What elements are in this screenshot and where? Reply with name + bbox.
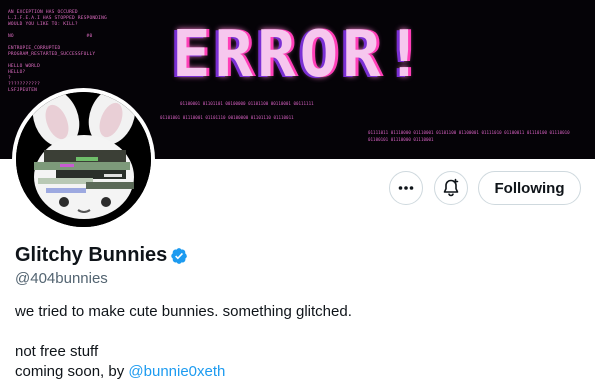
profile-handle: @404bunnies	[15, 270, 108, 287]
terminal-line: NO #0	[8, 34, 93, 39]
verified-badge-icon	[170, 247, 188, 265]
bio-text: coming soon, by	[15, 363, 129, 380]
banner-binary-text: 01111011 01110000 01110001 01101100 0110…	[368, 130, 570, 135]
bio-line: coming soon, by @bunnie0xeth	[15, 363, 225, 380]
banner-binary-text: 01100001 01101101 00100000 01101100 0011…	[180, 101, 314, 106]
banner-binary-text: 01100101 01110000 01110001	[368, 137, 434, 142]
avatar-image	[16, 92, 151, 227]
banner-error-headline: ERROR!	[172, 18, 428, 92]
profile-name-row: Glitchy Bunnies	[15, 244, 188, 267]
more-button[interactable]	[389, 171, 423, 205]
notifications-button[interactable]	[434, 171, 468, 205]
profile-name: Glitchy Bunnies	[15, 244, 168, 266]
terminal-line: PROGRAM_RESTARTED_SUCCESSFULLY	[8, 52, 96, 57]
more-icon	[398, 186, 414, 190]
following-button[interactable]: Following	[478, 171, 581, 205]
mention-link[interactable]: @bunnie0xeth	[128, 363, 225, 380]
bio-line: not free stuff	[15, 343, 99, 360]
banner-binary-text: 01101001 01110001 01101110 00100000 0110…	[160, 115, 294, 120]
bunny-avatar-art	[16, 92, 151, 227]
avatar[interactable]	[12, 88, 155, 231]
bio-line: we tried to make cute bunnies. something…	[15, 303, 352, 320]
bell-plus-icon	[443, 178, 459, 197]
banner-terminal-text: AN EXCEPTION HAS OCCURED L.I.F.E.A.I HAS …	[8, 10, 107, 94]
